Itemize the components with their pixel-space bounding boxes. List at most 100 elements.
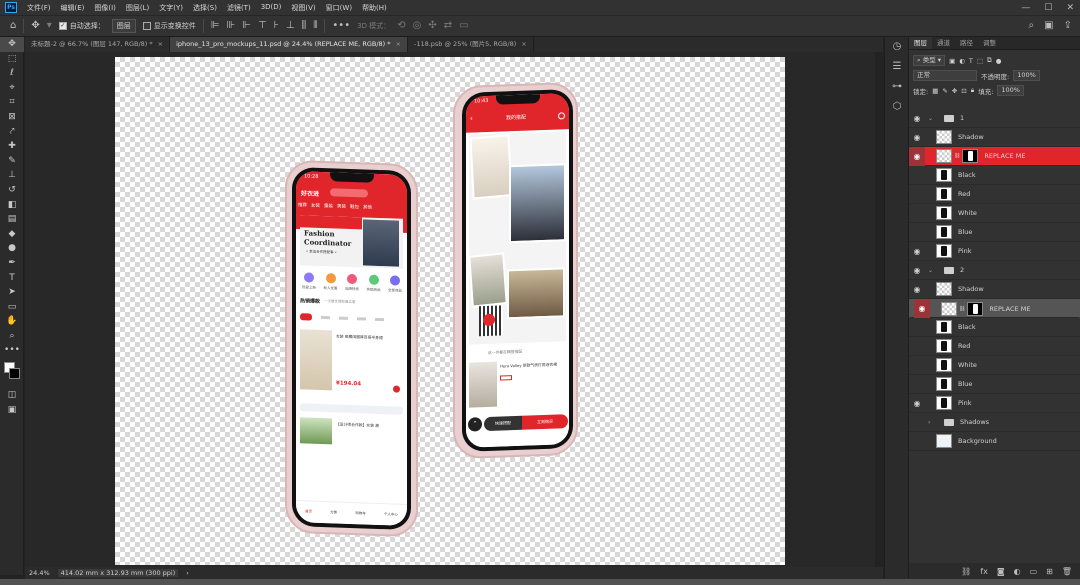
workspace-icon[interactable]: ▣ bbox=[1044, 20, 1053, 31]
eye-icon[interactable]: ◉ bbox=[909, 280, 925, 299]
tab-paths[interactable]: 路径 bbox=[955, 37, 978, 49]
properties-icon[interactable]: ☰ bbox=[885, 57, 909, 77]
eye-hidden-icon[interactable] bbox=[909, 432, 925, 451]
home-icon[interactable]: ⌂ bbox=[10, 21, 16, 31]
menu-edit[interactable]: 编辑(E) bbox=[56, 3, 90, 13]
layer-style-icon[interactable]: fx bbox=[980, 567, 988, 576]
blur-tool-icon[interactable]: ◆ bbox=[0, 227, 24, 242]
layer-row[interactable]: ◉ ⌄ 1 bbox=[909, 109, 1080, 128]
layer-row[interactable]: Background bbox=[909, 432, 1080, 451]
nav-item[interactable]: 童装 bbox=[324, 203, 333, 209]
link-icon[interactable]: ⛓ bbox=[954, 153, 960, 159]
menu-file[interactable]: 文件(F) bbox=[22, 3, 56, 13]
blend-mode-dropdown[interactable]: 正常 bbox=[913, 70, 977, 81]
filter-toggle-icon[interactable]: ● bbox=[996, 57, 1002, 65]
quick-mask-icon[interactable]: ◫ bbox=[0, 388, 24, 403]
opacity-input[interactable]: 100% bbox=[1013, 70, 1040, 81]
banner[interactable]: Fashion Coordinator • 幸运合作搭配事 • bbox=[300, 215, 403, 269]
eye-icon[interactable]: ◉ bbox=[909, 109, 925, 128]
eye-hidden-icon[interactable] bbox=[909, 185, 925, 204]
lock-pixels-icon[interactable]: ✎ bbox=[942, 87, 947, 95]
layer-row[interactable]: Blue bbox=[909, 223, 1080, 242]
quick-icon-item[interactable]: 品牌特卖 bbox=[342, 273, 362, 293]
zoom-level[interactable]: 24.4% bbox=[29, 569, 50, 577]
menu-view[interactable]: 视图(V) bbox=[286, 3, 320, 13]
chevron-icon[interactable]: ⌄ bbox=[928, 267, 936, 274]
add-to-cart-icon[interactable] bbox=[393, 385, 400, 393]
menu-help[interactable]: 帮助(H) bbox=[357, 3, 392, 13]
link-icon[interactable]: ⛓ bbox=[959, 306, 965, 312]
product-card[interactable]: 女装 高腰阔腿裤百搭半身裙 ¥194.04 bbox=[300, 329, 403, 403]
filter-item[interactable] bbox=[339, 316, 348, 320]
search-pill[interactable] bbox=[330, 188, 368, 198]
canvas-area[interactable]: 10:28 好衣进 推荐 女装 童装 男装 鞋包 其他 Fashion Coor… bbox=[25, 52, 875, 567]
align-middle-icon[interactable]: ⊦ bbox=[274, 21, 279, 31]
brush-tool-icon[interactable]: ✎ bbox=[0, 154, 24, 169]
marquee-tool-icon[interactable]: ⬚ bbox=[0, 52, 24, 67]
screen-mode-icon[interactable]: ▣ bbox=[0, 403, 24, 418]
layer-row[interactable]: ◉ Shadow bbox=[909, 128, 1080, 147]
close-icon[interactable]: × bbox=[396, 40, 401, 48]
menu-window[interactable]: 窗口(W) bbox=[321, 3, 357, 13]
menu-image[interactable]: 图像(I) bbox=[89, 3, 121, 13]
nav-item[interactable]: 鞋包 bbox=[350, 204, 359, 210]
filter-pixel-icon[interactable]: ▣ bbox=[949, 57, 955, 65]
nav-item[interactable]: 女装 bbox=[311, 203, 320, 209]
tab-adjustments[interactable]: 调整 bbox=[978, 37, 1001, 49]
link-layers-icon[interactable]: ⛓ bbox=[961, 567, 971, 576]
quick-icon-item[interactable]: 热销商品 bbox=[364, 274, 384, 293]
layer-row[interactable]: White bbox=[909, 356, 1080, 375]
quick-icon-item[interactable]: 热爱上新 bbox=[299, 272, 319, 291]
chevron-icon[interactable]: ⌄ bbox=[928, 115, 936, 122]
layer-row[interactable]: ◉ Shadow bbox=[909, 280, 1080, 299]
eye-hidden-icon[interactable] bbox=[909, 375, 925, 394]
edit-toolbar-icon[interactable]: ••• bbox=[0, 343, 24, 358]
fill-input[interactable]: 100% bbox=[997, 85, 1024, 96]
eye-hidden-icon[interactable] bbox=[909, 337, 925, 356]
quick-icon-item[interactable]: 全部商品 bbox=[385, 275, 405, 294]
eraser-tool-icon[interactable]: ◧ bbox=[0, 198, 24, 213]
tab-document-1[interactable]: 未标题-2 @ 66.7% (图层 147, RGB/8) * × bbox=[25, 37, 171, 52]
filter-item[interactable] bbox=[375, 317, 384, 322]
path-select-icon[interactable]: ➤ bbox=[0, 285, 24, 300]
tab-channels[interactable]: 通道 bbox=[932, 37, 955, 49]
eye-hidden-icon[interactable] bbox=[909, 223, 925, 242]
auto-select-dropdown[interactable]: 图层 bbox=[111, 19, 136, 33]
move-tool-icon[interactable]: ✥ bbox=[31, 21, 39, 31]
lock-artboard-icon[interactable]: ⊡ bbox=[961, 87, 966, 95]
eye-icon[interactable]: ◉ bbox=[909, 261, 925, 280]
share-icon[interactable]: ⇪ bbox=[1064, 20, 1072, 31]
layer-row[interactable]: ◉ ⌄ 2 bbox=[909, 261, 1080, 280]
dodge-tool-icon[interactable]: ● bbox=[0, 241, 24, 256]
rectangle-tool-icon[interactable]: ▭ bbox=[0, 300, 24, 315]
align-center-icon[interactable]: ⊪ bbox=[227, 21, 236, 31]
document-canvas[interactable]: 10:28 好衣进 推荐 女装 童装 男装 鞋包 其他 Fashion Coor… bbox=[115, 57, 785, 565]
new-adjustment-icon[interactable]: ◐ bbox=[1014, 567, 1021, 576]
show-transform-checkbox[interactable]: 显示变换控件 bbox=[142, 21, 196, 31]
lock-position-icon[interactable]: ✥ bbox=[952, 87, 957, 95]
crop-tool-icon[interactable]: ⌗ bbox=[0, 95, 24, 110]
lock-transparent-icon[interactable]: ▦ bbox=[932, 87, 938, 95]
color-swatch-icon[interactable] bbox=[0, 358, 24, 388]
tab-document-2[interactable]: iphone_13_pro_mockups_11.psd @ 24.4% (RE… bbox=[170, 37, 408, 52]
nav-cart[interactable]: 购物车 bbox=[355, 511, 366, 516]
chevron-icon[interactable]: › bbox=[928, 419, 936, 426]
adjustments-icon[interactable]: ⊶ bbox=[885, 77, 909, 97]
lasso-tool-icon[interactable]: ℓ bbox=[0, 66, 24, 81]
filter-kind-dropdown[interactable]: ⌕ 类型 ▾ bbox=[913, 55, 946, 66]
new-layer-icon[interactable]: ⊞ bbox=[1046, 567, 1053, 576]
minimize-button[interactable]: — bbox=[1021, 3, 1030, 13]
lock-all-icon[interactable]: 🔒︎ bbox=[971, 86, 974, 95]
layer-row[interactable]: ◉ ⛓ REPLACE ME bbox=[909, 299, 1080, 318]
delete-layer-icon[interactable]: 🗑︎ bbox=[1062, 567, 1072, 576]
nav-item[interactable]: 其他 bbox=[363, 204, 372, 210]
tab-document-3[interactable]: -118.psb @ 25% (图片5, RGB/8) × bbox=[408, 37, 534, 52]
gradient-tool-icon[interactable]: ▤ bbox=[0, 212, 24, 227]
filter-item[interactable] bbox=[321, 315, 330, 320]
eye-icon[interactable]: ◉ bbox=[909, 394, 925, 413]
history-icon[interactable]: ◷ bbox=[885, 37, 909, 57]
eye-hidden-icon[interactable] bbox=[909, 356, 925, 375]
layer-row[interactable]: Red bbox=[909, 185, 1080, 204]
more-options-icon[interactable]: ••• bbox=[332, 21, 350, 31]
auto-select-checkbox[interactable]: ✓ 自动选择： bbox=[58, 21, 105, 31]
